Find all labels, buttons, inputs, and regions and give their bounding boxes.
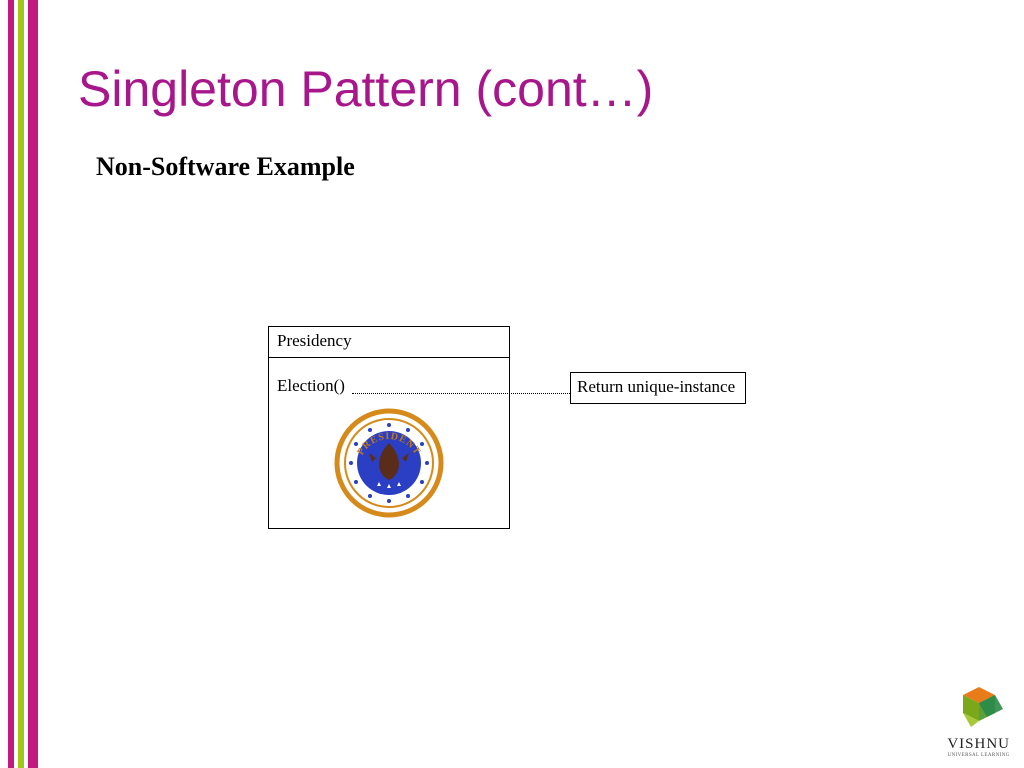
- class-name: Presidency: [269, 327, 509, 358]
- uml-note: Return unique-instance: [570, 372, 746, 404]
- brand-name: VISHNU: [947, 736, 1010, 753]
- decor-stripe-1: [8, 0, 14, 768]
- page-title: Singleton Pattern (cont…): [78, 60, 653, 118]
- uml-diagram: Presidency Election(): [268, 326, 510, 529]
- decor-stripe-2: [18, 0, 24, 768]
- decor-stripe-3: [28, 0, 38, 768]
- class-body: Election(): [269, 358, 509, 528]
- president-seal-icon: PRESIDENT: [334, 408, 444, 518]
- brand-tagline: UNIVERSAL LEARNING: [947, 753, 1010, 758]
- vishnu-logo-icon: [951, 685, 1007, 733]
- note-connector: [352, 393, 570, 394]
- class-box: Presidency Election(): [268, 326, 510, 529]
- page-subtitle: Non-Software Example: [96, 152, 355, 182]
- brand-logo: VISHNU UNIVERSAL LEARNING: [947, 685, 1010, 758]
